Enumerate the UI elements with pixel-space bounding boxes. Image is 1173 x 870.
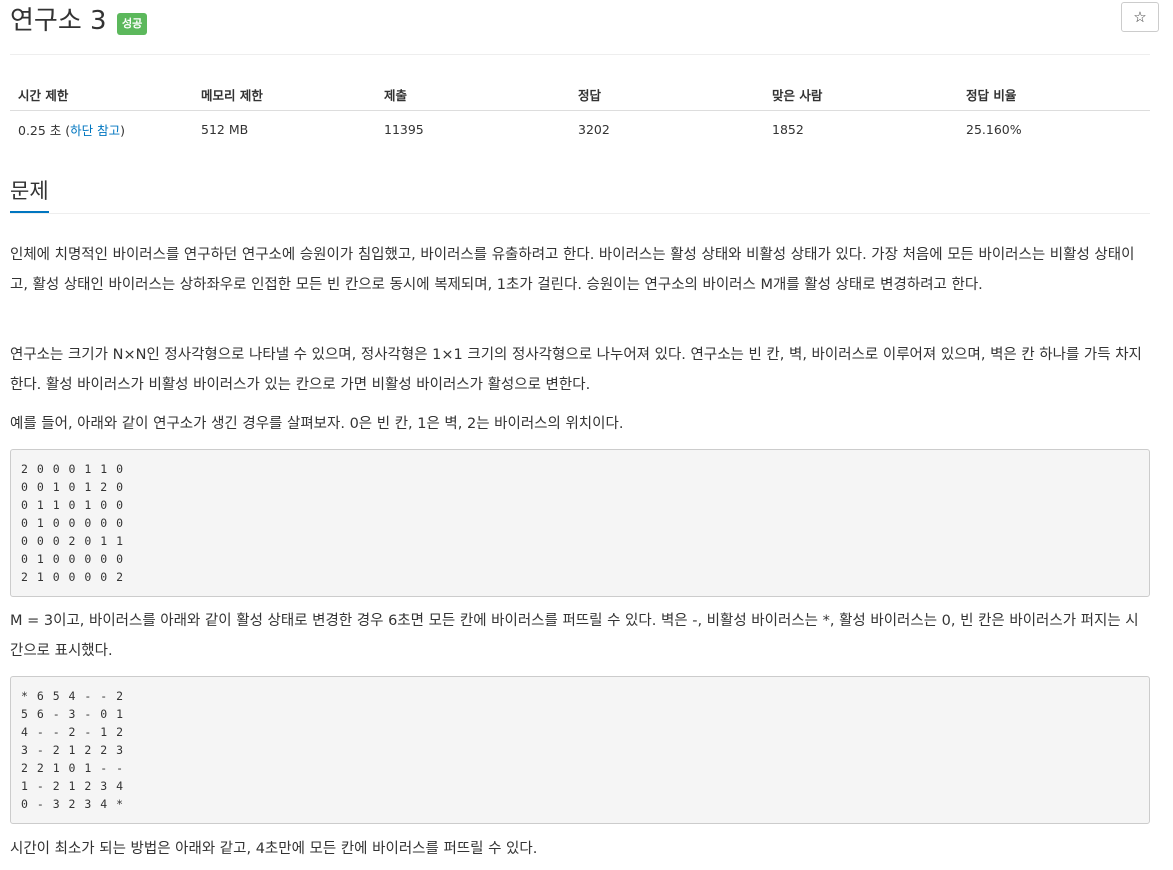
solvers-value: 1852 — [772, 121, 804, 137]
lab-grid-example: 2 0 0 0 1 1 0 0 0 1 0 1 2 0 0 1 1 0 1 0 … — [10, 449, 1150, 597]
time-limit-close: ) — [120, 122, 126, 138]
title-row: 연구소 3 성공 ☆ — [10, 0, 1159, 55]
accepted-value: 3202 — [578, 121, 610, 137]
memory-limit-value: 512 MB — [201, 121, 249, 137]
star-button[interactable]: ☆ — [1121, 2, 1159, 32]
problem-paragraph-2: 연구소는 크기가 N×N인 정사각형으로 나타낼 수 있으며, 정사각형은 1×… — [10, 347, 1142, 393]
header-time-limit: 시간 제한 — [10, 78, 193, 111]
header-solvers: 맞은 사람 — [764, 78, 958, 111]
time-limit-value: 0.25 초 ( — [18, 122, 71, 138]
time-limit-note-link[interactable]: 하단 참고 — [70, 123, 120, 138]
problem-paragraph-1: 인체에 치명적인 바이러스를 연구하던 연구소에 승원이가 침입했고, 바이러스… — [10, 247, 1135, 293]
time-limit-cell: 0.25 초 (하단 참고) — [10, 111, 193, 148]
header-accepted: 정답 — [570, 78, 764, 111]
problem-paragraph-5: 시간이 최소가 되는 방법은 아래와 같고, 4초만에 모든 칸에 바이러스를 … — [10, 841, 538, 857]
problem-info-table: 시간 제한 메모리 제한 제출 정답 맞은 사람 정답 비율 0.25 초 (하… — [10, 78, 1150, 147]
table-row: 0.25 초 (하단 참고) 512 MB 11395 3202 1852 25… — [10, 111, 1150, 148]
section-title: 문제 — [10, 176, 49, 213]
problem-paragraph-4: M = 3이고, 바이러스를 아래와 같이 활성 상태로 변경한 경우 6초면 … — [10, 613, 1139, 659]
problem-section-header: 문제 — [10, 176, 1150, 214]
header-memory-limit: 메모리 제한 — [193, 78, 376, 111]
star-icon: ☆ — [1133, 8, 1147, 26]
header-submissions: 제출 — [376, 78, 570, 111]
ratio-value: 25.160% — [966, 121, 1022, 137]
submissions-value: 11395 — [384, 121, 424, 137]
header-ratio: 정답 비율 — [958, 78, 1150, 111]
spread-grid-example: * 6 5 4 - - 2 5 6 - 3 - 0 1 4 - - 2 - 1 … — [10, 676, 1150, 824]
table-header-row: 시간 제한 메모리 제한 제출 정답 맞은 사람 정답 비율 — [10, 78, 1150, 111]
page-title: 연구소 3 — [10, 6, 107, 36]
problem-page: 연구소 3 성공 ☆ 시간 제한 메모리 제한 제출 정답 맞은 사람 정답 비… — [10, 0, 1159, 857]
status-badge: 성공 — [117, 13, 148, 35]
problem-paragraph-3: 예를 들어, 아래와 같이 연구소가 생긴 경우를 살펴보자. 0은 빈 칸, … — [10, 416, 624, 432]
